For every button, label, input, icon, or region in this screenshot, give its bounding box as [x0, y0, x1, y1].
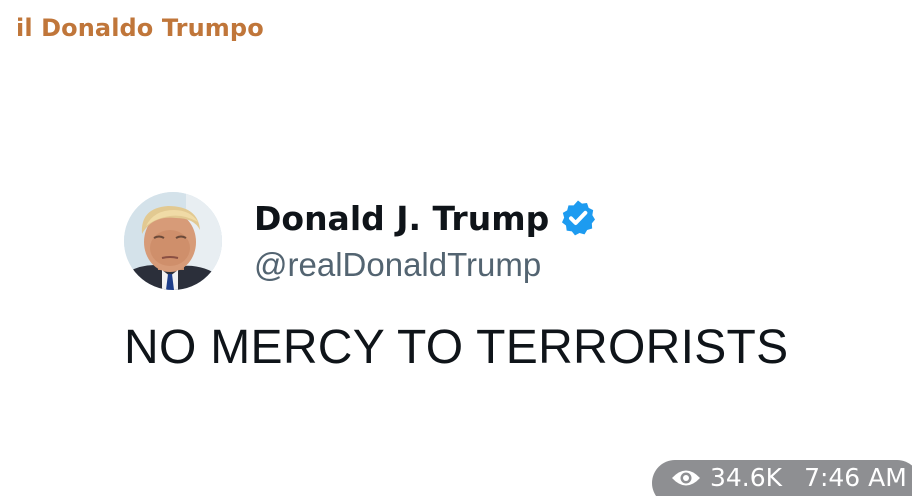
- message-meta: 34.6K 7:46 AM: [652, 460, 912, 496]
- channel-name[interactable]: il Donaldo Trumpo: [16, 14, 264, 42]
- channel-message: il Donaldo Trumpo Donald J. Trump @realD…: [0, 0, 912, 496]
- user-handle[interactable]: @realDonaldTrump: [254, 246, 541, 284]
- avatar: [124, 192, 222, 290]
- verified-badge-icon: [558, 198, 598, 238]
- avatar-portrait: [124, 192, 222, 290]
- eye-icon: [670, 466, 702, 488]
- tweet-card[interactable]: Donald J. Trump @realDonaldTrump NO MERC…: [124, 192, 844, 392]
- tweet-text: NO MERCY TO TERRORISTS: [124, 321, 789, 374]
- display-name-row: Donald J. Trump: [254, 196, 598, 240]
- message-time: 7:46 AM: [804, 462, 907, 492]
- views-count: 34.6K: [710, 462, 783, 492]
- display-name[interactable]: Donald J. Trump: [254, 199, 549, 238]
